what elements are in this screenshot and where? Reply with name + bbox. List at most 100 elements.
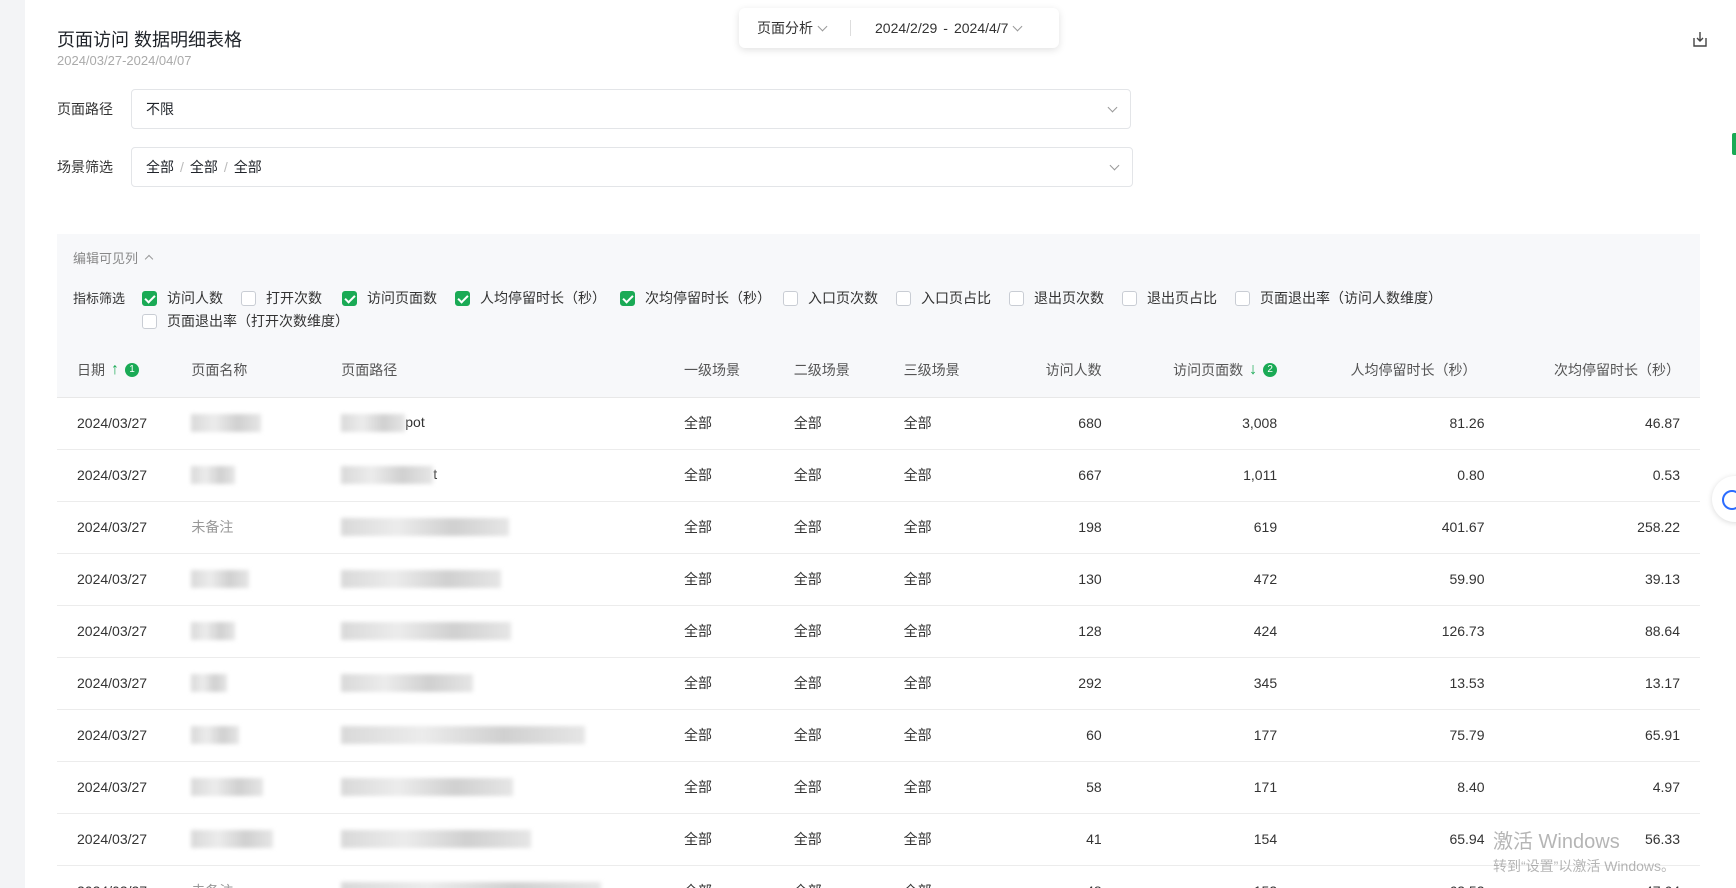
cell-visitors-text: 58 bbox=[1086, 779, 1102, 795]
checkbox-checked-icon[interactable] bbox=[342, 290, 357, 306]
cell-scene2-text: 全部 bbox=[793, 727, 822, 743]
metric-checkbox-item[interactable]: 入口页次数 bbox=[783, 288, 878, 308]
checkbox-checked-icon[interactable] bbox=[620, 290, 635, 306]
checkbox-unchecked-icon[interactable] bbox=[1009, 290, 1024, 306]
col-scene1: 一级场景 bbox=[684, 343, 794, 398]
cell-date-text: 2024/03/27 bbox=[77, 779, 148, 795]
cell-avg-stay-user-text: 59.90 bbox=[1449, 571, 1485, 587]
cell-scene2-text: 全部 bbox=[793, 675, 822, 691]
cell-scene3-text: 全部 bbox=[903, 623, 932, 639]
cell-page-name bbox=[191, 657, 342, 710]
table-header-row: 日期 ↑ 1 页面名称 页面路径 一级场景 二级场景 三级场景 访问人数 访问页… bbox=[57, 343, 1700, 398]
cell-page-views: 171 bbox=[1101, 761, 1278, 814]
cell-avg-stay-user: 75.79 bbox=[1277, 709, 1489, 762]
cell-date: 2024/03/27 bbox=[57, 553, 192, 606]
cell-scene1: 全部 bbox=[684, 865, 794, 888]
cell-scene1: 全部 bbox=[684, 449, 794, 502]
cell-avg-stay-user: 13.53 bbox=[1277, 657, 1489, 710]
cell-scene2: 全部 bbox=[793, 397, 904, 450]
path-select[interactable]: 不限 bbox=[131, 89, 1131, 129]
sort-asc-icon[interactable]: ↑ bbox=[111, 361, 119, 379]
analysis-dropdown[interactable]: 页面分析 bbox=[757, 18, 828, 38]
cell-avg-stay-visit-text: 47.64 bbox=[1645, 883, 1680, 888]
cell-page-name: 未备注 bbox=[191, 501, 342, 554]
date-separator: - bbox=[943, 20, 948, 36]
metric-checkbox-item[interactable]: 退出页次数 bbox=[1009, 288, 1104, 308]
table-row[interactable]: 2024/03/27 未备注 全部 全部 全部 198 619 401.67 258.22 bbox=[57, 501, 1700, 554]
checkbox-unchecked-icon[interactable] bbox=[1235, 290, 1250, 306]
metric-checkbox-item[interactable]: 页面退出率（打开次数维度） bbox=[142, 311, 349, 331]
scene-values: 全部 / 全部 / 全部 bbox=[146, 159, 262, 175]
metric-checkbox-item[interactable]: 页面退出率（访问人数维度） bbox=[1235, 288, 1442, 308]
cell-page-views-text: 619 bbox=[1253, 519, 1278, 535]
scene-level-2: 全部 bbox=[189, 159, 218, 175]
cell-page-path bbox=[341, 813, 684, 866]
metric-checkbox-item[interactable]: 入口页占比 bbox=[896, 288, 991, 308]
table-row[interactable]: 2024/03/27 全部 全部 全部 41 154 65.94 56.33 bbox=[57, 813, 1700, 866]
metric-checkbox-item[interactable]: 打开次数 bbox=[241, 288, 322, 308]
cell-scene2-text: 全部 bbox=[793, 623, 822, 639]
col-page-views[interactable]: 访问页面数 ↓ 2 bbox=[1101, 343, 1278, 398]
cell-avg-stay-visit: 46.87 bbox=[1488, 397, 1700, 450]
cell-avg-stay-visit: 258.22 bbox=[1488, 501, 1700, 554]
table-row[interactable]: 2024/03/27 全部 全部 全部 60 177 75.79 65.91 bbox=[57, 709, 1700, 762]
cell-page-path bbox=[341, 501, 684, 554]
page-title: 页面访问 数据明细表格 bbox=[57, 30, 242, 50]
edit-columns-toggle[interactable]: 编辑可见列 bbox=[73, 248, 154, 267]
metric-checkbox-item[interactable]: 次均停留时长（秒） bbox=[620, 288, 771, 308]
checkbox-unchecked-icon[interactable] bbox=[896, 290, 911, 306]
metric-checkbox-item[interactable]: 人均停留时长（秒） bbox=[455, 288, 606, 308]
cell-page-name bbox=[191, 709, 342, 762]
table-body: 2024/03/27 pot 全部 全部 全部 680 3,008 81.26 46.87 202… bbox=[57, 397, 1700, 888]
cell-page-views-text: 424 bbox=[1253, 623, 1278, 639]
date-range-picker[interactable]: 2024/2/29 - 2024/4/7 bbox=[875, 20, 1023, 36]
table-row[interactable]: 2024/03/27 t 全部 全部 全部 667 1,011 0.80 0.53 bbox=[57, 449, 1700, 502]
scene-level-1: 全部 bbox=[146, 159, 174, 175]
cell-scene3: 全部 bbox=[903, 657, 996, 710]
table-row[interactable]: 2024/03/27 全部 全部 全部 128 424 126.73 88.64 bbox=[57, 605, 1700, 658]
table-row[interactable]: 2024/03/27 未备注 全部 全部 全部 48 153 63.52 47.64 bbox=[57, 865, 1700, 888]
checkbox-unchecked-icon[interactable] bbox=[241, 290, 256, 306]
cell-scene1-text: 全部 bbox=[684, 467, 712, 483]
cell-avg-stay-visit-text: 13.17 bbox=[1644, 675, 1680, 691]
table-row[interactable]: 2024/03/27 全部 全部 全部 58 171 8.40 4.97 bbox=[57, 761, 1700, 814]
floating-assistant-button[interactable] bbox=[1712, 476, 1736, 522]
table-row[interactable]: 2024/03/27 pot 全部 全部 全部 680 3,008 81.26 46.87 bbox=[57, 397, 1700, 450]
cell-avg-stay-user: 126.73 bbox=[1277, 605, 1489, 658]
cell-page-views: 619 bbox=[1101, 501, 1278, 554]
cell-page-views: 472 bbox=[1101, 553, 1278, 606]
checkbox-unchecked-icon[interactable] bbox=[142, 313, 157, 329]
cell-scene2: 全部 bbox=[793, 553, 904, 606]
cell-date: 2024/03/27 bbox=[57, 709, 192, 762]
cell-page-views: 345 bbox=[1101, 657, 1278, 710]
date-start: 2024/2/29 bbox=[875, 20, 938, 36]
cell-avg-stay-user-text: 81.26 bbox=[1449, 415, 1485, 431]
cell-scene1-text: 全部 bbox=[684, 519, 712, 535]
col-avg-stay-visit[interactable]: 次均停留时长（秒） bbox=[1488, 343, 1700, 398]
cell-avg-stay-visit-text: 258.22 bbox=[1637, 519, 1680, 535]
cell-scene1: 全部 bbox=[684, 813, 794, 866]
cell-scene2: 全部 bbox=[793, 709, 904, 762]
checkbox-checked-icon[interactable] bbox=[142, 290, 157, 306]
checkbox-unchecked-icon[interactable] bbox=[1122, 290, 1137, 306]
cell-visitors: 680 bbox=[995, 397, 1102, 450]
col-scene2: 二级场景 bbox=[793, 343, 904, 398]
watermark-line2: 转到“设置”以激活 Windows。 bbox=[1493, 858, 1676, 874]
table-row[interactable]: 2024/03/27 全部 全部 全部 292 345 13.53 13.17 bbox=[57, 657, 1700, 710]
checkbox-unchecked-icon[interactable] bbox=[783, 290, 798, 306]
cell-date: 2024/03/27 bbox=[57, 397, 192, 450]
col-avg-stay-user[interactable]: 人均停留时长（秒） bbox=[1277, 343, 1489, 398]
cell-scene2-text: 全部 bbox=[793, 519, 822, 535]
cell-scene3: 全部 bbox=[903, 397, 996, 450]
metric-checkbox-item[interactable]: 访问页面数 bbox=[342, 288, 437, 308]
col-visitors[interactable]: 访问人数 bbox=[995, 343, 1102, 398]
cell-scene3-text: 全部 bbox=[903, 727, 932, 743]
sort-desc-icon[interactable]: ↓ bbox=[1249, 361, 1257, 379]
metric-checkbox-item[interactable]: 访问人数 bbox=[142, 288, 223, 308]
metric-checkbox-item[interactable]: 退出页占比 bbox=[1122, 288, 1217, 308]
col-date[interactable]: 日期 ↑ 1 bbox=[57, 343, 192, 398]
download-icon[interactable] bbox=[1692, 30, 1708, 48]
scene-cascader[interactable]: 全部 / 全部 / 全部 bbox=[131, 147, 1133, 187]
table-row[interactable]: 2024/03/27 全部 全部 全部 130 472 59.90 39.13 bbox=[57, 553, 1700, 606]
checkbox-checked-icon[interactable] bbox=[455, 290, 470, 306]
